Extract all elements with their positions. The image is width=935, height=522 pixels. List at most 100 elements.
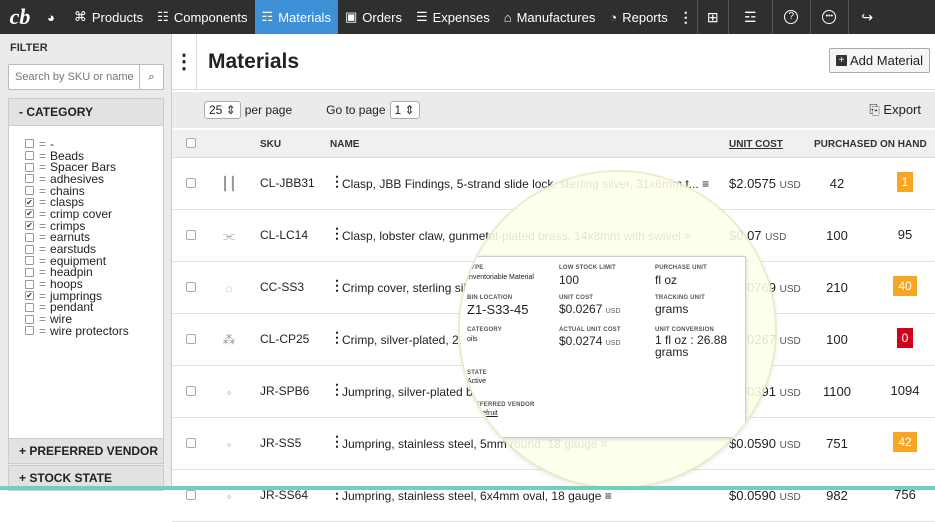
col-name[interactable]: NAME (330, 139, 359, 150)
per-page-value: 25 (209, 103, 223, 117)
category-checkbox[interactable] (25, 244, 34, 254)
vendor-link[interactable]: Gracefruit (467, 410, 498, 417)
cost-currency: USD (779, 388, 801, 399)
export-button[interactable]: ⎘ Export (869, 102, 921, 118)
filter-sidebar: FILTER Search by SKU or name ⌕ - CATEGOR… (0, 34, 172, 491)
category-value: oils (467, 336, 478, 343)
export-icon: ⎘ (869, 102, 880, 117)
row-checkbox[interactable] (186, 334, 196, 344)
more-menu-icon[interactable]: ⋮ (675, 9, 697, 26)
page-menu-icon[interactable]: ⋮ (172, 33, 197, 90)
search-icon[interactable]: ⌕ (139, 65, 163, 89)
expand-icon[interactable]: ⊞ (696, 0, 728, 34)
category-checkbox[interactable] (25, 256, 34, 266)
material-thumbnail[interactable]: ⁂ (214, 326, 244, 354)
nav-materials[interactable]: ☶ Materials (254, 0, 338, 34)
category-checkbox[interactable] (25, 279, 34, 289)
nav-orders[interactable]: ▣ Orders (338, 0, 409, 34)
row-checkbox[interactable] (186, 178, 196, 188)
category-checkbox[interactable] (25, 302, 34, 312)
category-checkbox[interactable]: ✔ (25, 291, 34, 301)
category-checkbox[interactable]: ✔ (25, 221, 34, 231)
row-sku[interactable]: JR-SS5 (260, 436, 301, 450)
row-sku[interactable]: CL-CP25 (260, 332, 309, 346)
cost-currency: USD (779, 284, 801, 295)
category-checkbox[interactable] (25, 314, 34, 324)
material-thumbnail[interactable]: ◦ (214, 378, 244, 406)
row-checkbox[interactable] (186, 230, 196, 240)
row-checkbox[interactable] (186, 438, 196, 448)
category-checkbox[interactable] (25, 151, 34, 161)
on-hand-value: 95 (897, 227, 913, 242)
chat-glyph: ••• (822, 10, 837, 24)
conversion-value: 1 fl oz : 26.88 grams (655, 333, 728, 359)
row-name[interactable]: Jumpring, stainless steel, 6x4mm oval, 1… (342, 489, 722, 503)
cost-currency: USD (779, 492, 801, 503)
on-hand-badge: 1 (896, 172, 914, 192)
tracking-value: grams (655, 302, 689, 316)
col-sku[interactable]: SKU (260, 139, 281, 150)
nav-components[interactable]: ☷ Components (150, 0, 254, 34)
row-checkbox[interactable] (186, 490, 196, 500)
preferred-vendor-toggle[interactable]: + PREFERRED VENDOR (8, 438, 164, 464)
page-title: Materials (208, 49, 300, 73)
row-unit-cost: $0.0590 USD (729, 488, 801, 503)
category-checkbox[interactable] (25, 162, 34, 172)
export-label: Export (883, 102, 921, 117)
bag-icon: ▣ (344, 9, 358, 24)
col-unit-cost[interactable]: UNIT COST (729, 139, 783, 150)
cost-amount: $0.0590 (729, 436, 776, 451)
col-on-hand[interactable]: ON HAND (880, 139, 927, 150)
add-material-button[interactable]: + Add Material (829, 48, 930, 73)
chat-icon[interactable]: ••• (809, 0, 848, 34)
sliders-icon[interactable]: ☲ (727, 0, 772, 34)
per-page-select[interactable]: 25 ⇕ (204, 101, 241, 119)
category-checkbox[interactable] (25, 326, 34, 336)
plus-icon: + (836, 55, 848, 66)
category-checkbox[interactable] (25, 186, 34, 196)
actual-cost-amount: $0.0274 (559, 334, 603, 348)
table-row[interactable]: ◦ JR-SS64 ⋮ Jumpring, stainless steel, 6x4m… (172, 470, 935, 522)
unit-cost-label: UNIT COST (559, 295, 594, 301)
filter-title: FILTER (10, 42, 48, 54)
material-thumbnail[interactable]: ◦ (214, 430, 244, 458)
row-checkbox[interactable] (186, 282, 196, 292)
nav-manufactures[interactable]: ⌂ Manufactures (497, 0, 603, 34)
material-thumbnail[interactable]: ┃┃ (214, 170, 244, 198)
row-sku[interactable]: CL-JBB31 (260, 176, 315, 190)
bin-value: Z1-S33-45 (467, 302, 529, 317)
category-checkbox[interactable] (25, 232, 34, 242)
logout-icon[interactable]: ↪ (847, 0, 886, 34)
row-sku[interactable]: JR-SS64 (260, 488, 308, 502)
goto-page-select[interactable]: 1 ⇕ (389, 101, 420, 119)
category-checkbox[interactable] (25, 139, 34, 149)
category-label: wire protectors (50, 323, 129, 338)
row-sku[interactable]: JR-SPB6 (260, 384, 309, 398)
row-unit-cost: $2.0575 USD (729, 176, 801, 191)
select-all-checkbox[interactable] (186, 138, 196, 148)
nav-reports[interactable]: ◔ Reports (602, 0, 674, 34)
search-input[interactable]: Search by SKU or name ⌕ (8, 64, 164, 90)
nav-dashboard[interactable]: ◕ (40, 0, 67, 34)
category-item[interactable]: = wire protectors (25, 323, 163, 338)
nav-expenses[interactable]: ☰ Expenses (409, 0, 497, 34)
category-label: CATEGORY (467, 327, 502, 333)
row-sku[interactable]: CL-LC14 (260, 228, 308, 242)
category-checkbox[interactable]: ✔ (25, 209, 34, 219)
row-checkbox[interactable] (186, 386, 196, 396)
add-material-label: Add Material (850, 53, 923, 68)
category-header[interactable]: - CATEGORY (8, 98, 164, 126)
row-sku[interactable]: CC-SS3 (260, 280, 304, 294)
app-logo[interactable]: cb (0, 0, 40, 34)
category-checkbox[interactable]: ✔ (25, 197, 34, 207)
nav-products[interactable]: ⌘ Products (67, 0, 150, 34)
material-thumbnail[interactable]: ◌ (214, 274, 244, 302)
table-toolbar: 25 ⇕ per page Go to page 1 ⇕ ⎘ Export (172, 92, 935, 128)
category-checkbox[interactable] (25, 174, 34, 184)
nav-label: Orders (362, 9, 402, 25)
factory-icon: ⌂ (503, 9, 512, 25)
col-purchased[interactable]: PURCHASED (814, 139, 877, 150)
category-checkbox[interactable] (25, 267, 34, 277)
material-thumbnail[interactable]: ⫘ (214, 222, 244, 250)
help-icon[interactable]: ? (771, 0, 810, 34)
